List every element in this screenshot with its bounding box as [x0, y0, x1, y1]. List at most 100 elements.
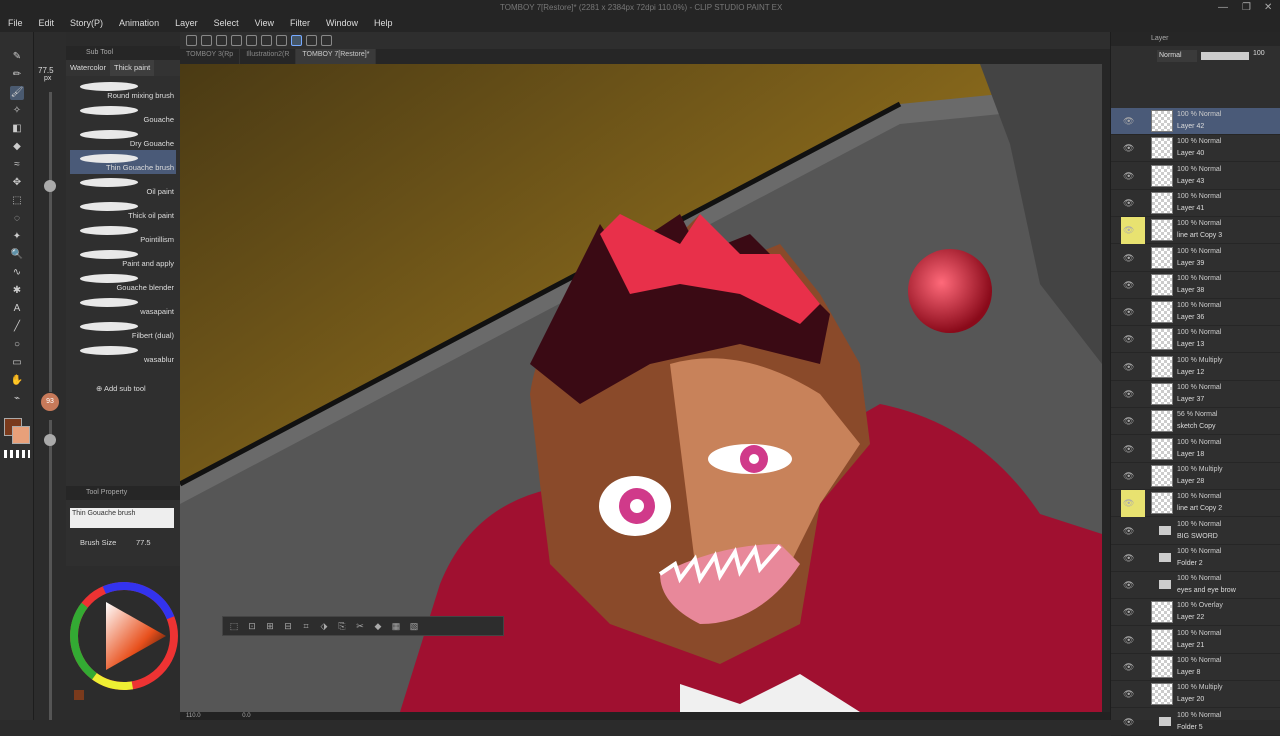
open-icon[interactable]: [201, 35, 212, 46]
visibility-eye-icon[interactable]: 👁: [1123, 444, 1134, 455]
visibility-eye-icon[interactable]: 👁: [1123, 416, 1134, 427]
brush-item[interactable]: Gouache: [70, 102, 176, 126]
new-icon[interactable]: [186, 35, 197, 46]
layer-row[interactable]: 👁 100 % Normal Layer 40: [1111, 135, 1280, 163]
layer-opacity-value[interactable]: 100: [1253, 50, 1265, 57]
hand-icon[interactable]: ✋: [10, 374, 24, 388]
fill-selection-icon[interactable]: ◆: [371, 621, 385, 632]
layer-row[interactable]: 👁 100 % Normal line art Copy 3: [1111, 217, 1280, 245]
undo-icon[interactable]: [231, 35, 242, 46]
tone-icon[interactable]: ▧: [407, 621, 421, 632]
brush-item[interactable]: Oil paint: [70, 174, 176, 198]
new-layer-selection-icon[interactable]: ▦: [389, 621, 403, 632]
layer-row[interactable]: 👁 100 % Multiply Layer 12: [1111, 354, 1280, 381]
drawing-canvas[interactable]: [180, 64, 1102, 712]
visibility-eye-icon[interactable]: 👁: [1123, 253, 1134, 264]
brush-item[interactable]: Filbert (dual): [70, 318, 176, 342]
curve-icon[interactable]: ∿: [10, 266, 24, 280]
brush-item[interactable]: Thin Gouache brush: [70, 150, 176, 174]
visibility-eye-icon[interactable]: 👁: [1123, 116, 1134, 127]
sub-color-swatch[interactable]: [12, 426, 30, 444]
expand-selection-icon[interactable]: ⊞: [263, 621, 277, 632]
visibility-eye-icon[interactable]: 👁: [1123, 362, 1134, 373]
blend-mode-select[interactable]: Normal: [1157, 50, 1197, 62]
move-icon[interactable]: ✥: [10, 176, 24, 190]
close-icon[interactable]: ✕: [1264, 2, 1272, 13]
menu-edit[interactable]: Edit: [31, 0, 63, 28]
fill-icon[interactable]: ◆: [10, 140, 24, 154]
layer-row[interactable]: 👁 100 % Normal Layer 18: [1111, 436, 1280, 463]
visibility-eye-icon[interactable]: 👁: [1123, 171, 1134, 182]
layer-row[interactable]: 👁 100 % Normal Layer 38: [1111, 272, 1280, 299]
snap-icon[interactable]: [291, 35, 302, 46]
layer-row[interactable]: 👁 100 % Normal Layer 43: [1111, 163, 1280, 190]
menu-window[interactable]: Window: [318, 0, 366, 28]
tab-tomboy3[interactable]: TOMBOY 3(Rp: [180, 49, 241, 64]
layer-row[interactable]: 👁 100 % Normal line art Copy 2: [1111, 490, 1280, 518]
layer-row[interactable]: 👁 100 % Multiply Layer 20: [1111, 681, 1280, 709]
opacity-slider[interactable]: [1201, 52, 1249, 60]
layer-row[interactable]: 👁 100 % Normal Layer 41: [1111, 190, 1280, 217]
layer-row[interactable]: 👁 100 % Normal Layer 8: [1111, 654, 1280, 681]
brush-item[interactable]: Round mixing brush: [70, 78, 176, 102]
brush-item[interactable]: Gouache blender: [70, 270, 176, 294]
select-icon[interactable]: ⬚: [10, 194, 24, 208]
layer-row[interactable]: 👁 100 % Normal Layer 37: [1111, 381, 1280, 408]
visibility-eye-icon[interactable]: 👁: [1123, 471, 1134, 482]
opacity-slider-track[interactable]: [49, 420, 52, 720]
layer-row[interactable]: 👁 100 % Normal BIG SWORD: [1111, 518, 1280, 545]
text-icon[interactable]: A: [10, 302, 24, 316]
tab-illustration2[interactable]: Illustration2(R: [240, 49, 297, 64]
layer-row[interactable]: 👁 100 % Normal Folder 5: [1111, 709, 1280, 736]
visibility-eye-icon[interactable]: 👁: [1123, 225, 1134, 236]
add-subtool-button[interactable]: ⊕ Add sub tool: [96, 384, 146, 393]
menu-view[interactable]: View: [247, 0, 282, 28]
angle-value[interactable]: 0.0: [242, 713, 250, 719]
layer-row[interactable]: 👁 100 % Normal Layer 39: [1111, 245, 1280, 272]
figure-icon[interactable]: ╱: [10, 320, 24, 334]
menu-story[interactable]: Story(P): [62, 0, 111, 28]
ruler-icon[interactable]: [306, 35, 317, 46]
maximize-icon[interactable]: ❐: [1242, 2, 1251, 13]
visibility-eye-icon[interactable]: 👁: [1123, 689, 1134, 700]
brush-item[interactable]: Pointillism: [70, 222, 176, 246]
zoom-icon[interactable]: 🔍: [10, 248, 24, 262]
layer-row[interactable]: 👁 100 % Normal Layer 42: [1111, 108, 1280, 135]
transparent-swatch[interactable]: [4, 450, 30, 458]
brush-item[interactable]: Thick oil paint: [70, 198, 176, 222]
auto-select-icon[interactable]: ✦: [10, 230, 24, 244]
transform-icon[interactable]: [276, 35, 287, 46]
menu-select[interactable]: Select: [206, 0, 247, 28]
shrink-selection-icon[interactable]: ⊟: [281, 621, 295, 632]
eyedropper-icon[interactable]: ⌁: [10, 392, 24, 406]
visibility-eye-icon[interactable]: 👁: [1123, 580, 1134, 591]
visibility-eye-icon[interactable]: 👁: [1123, 280, 1134, 291]
visibility-eye-icon[interactable]: 👁: [1123, 635, 1134, 646]
layer-row[interactable]: 👁 100 % Normal Layer 21: [1111, 627, 1280, 654]
visibility-eye-icon[interactable]: 👁: [1123, 526, 1134, 537]
layer-row[interactable]: 👁 100 % Normal eyes and eye brow: [1111, 572, 1280, 600]
layer-row[interactable]: 👁 100 % Overlay Layer 22: [1111, 599, 1280, 627]
transform-selection-icon[interactable]: ⬗: [317, 621, 331, 632]
decoration-icon[interactable]: ✱: [10, 284, 24, 298]
brush-item[interactable]: Dry Gouache: [70, 126, 176, 150]
visibility-eye-icon[interactable]: 👁: [1123, 607, 1134, 618]
menu-filter[interactable]: Filter: [282, 0, 318, 28]
visibility-eye-icon[interactable]: 👁: [1123, 143, 1134, 154]
pencil-icon[interactable]: ✏: [10, 68, 24, 82]
brush-size-field[interactable]: 77.5: [136, 538, 151, 547]
visibility-eye-icon[interactable]: 👁: [1123, 334, 1134, 345]
visibility-eye-icon[interactable]: 👁: [1123, 389, 1134, 400]
color-wheel[interactable]: [66, 566, 180, 696]
settings-icon[interactable]: [321, 35, 332, 46]
pen-icon[interactable]: ✎: [10, 50, 24, 64]
brush-item[interactable]: wasapaint: [70, 294, 176, 318]
eraser-icon[interactable]: ◧: [10, 122, 24, 136]
cut-icon[interactable]: ✂: [353, 621, 367, 632]
visibility-eye-icon[interactable]: 👁: [1123, 498, 1134, 509]
menu-layer[interactable]: Layer: [167, 0, 206, 28]
size-slider-knob[interactable]: [44, 180, 56, 192]
visibility-eye-icon[interactable]: 👁: [1123, 307, 1134, 318]
visibility-eye-icon[interactable]: 👁: [1123, 553, 1134, 564]
crop-icon[interactable]: ⌗: [299, 621, 313, 632]
